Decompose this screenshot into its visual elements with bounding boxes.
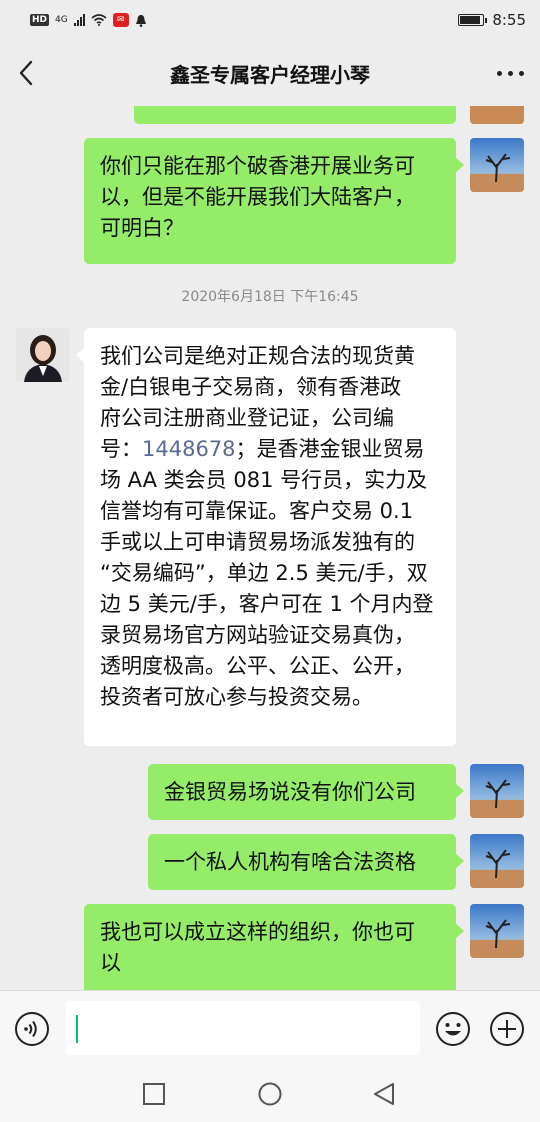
- message-line: 信誉均有可靠保证。客户交易 0.1: [100, 499, 414, 523]
- my-avatar[interactable]: [470, 106, 524, 124]
- message-text: ；是香港金银业贸易: [235, 437, 425, 461]
- status-bar: HD 4G ✉ 8:55: [0, 0, 540, 40]
- message-bubble-received[interactable]: 我们公司是绝对正规合法的现货黄 金/白银电子交易商，领有香港政 府公司注册商业登…: [76, 328, 456, 746]
- page-title: 鑫圣专属客户经理小琴: [170, 62, 370, 87]
- message-list[interactable]: 你们只能在那个破香港开展业务可 以，但是不能开展我们大陆客户， 可明白？ 202…: [0, 106, 540, 990]
- message-line: 边 5 美元/手，客户可在 1 个月内登: [100, 592, 434, 616]
- message-bubble-sent[interactable]: 一个私人机构有啥合法资格: [148, 834, 464, 890]
- network-type: 4G: [55, 15, 68, 25]
- app-notification-icon: ✉: [112, 13, 129, 27]
- system-nav-bar: [0, 1066, 540, 1122]
- message-line: 金银贸易场说没有你们公司: [164, 780, 416, 804]
- message-line: 投资者可放心参与投资交易。: [100, 685, 373, 709]
- more-dots-icon[interactable]: [494, 66, 526, 80]
- phone-number-link[interactable]: 1448678: [142, 437, 236, 461]
- message-line: 以，但是不能开展我们大陆客户，: [100, 185, 415, 209]
- message-line: 录贸易场官方网站验证交易真伪，: [100, 623, 415, 647]
- message-bubble-sent[interactable]: 你们只能在那个破香港开展业务可 以，但是不能开展我们大陆客户， 可明白？: [84, 138, 464, 264]
- message-line: 府公司注册商业登记证，公司编: [100, 406, 394, 430]
- emoji-icon[interactable]: [435, 1011, 471, 1047]
- message-line: 以: [100, 951, 121, 975]
- message-input-bar: [0, 990, 540, 1066]
- message-line: 我们公司是绝对正规合法的现货黄: [100, 344, 415, 368]
- message-line: 透明度极高。公平、公正、公开，: [100, 654, 415, 678]
- message-line: 金/白银电子交易商，领有香港政: [100, 375, 402, 399]
- message-bubble-sent[interactable]: 我也可以成立这样的组织，你也可 以: [84, 904, 464, 990]
- message-line: 场 AA 类会员 081 号行员，实力及: [100, 468, 428, 492]
- text-caret: [76, 1015, 78, 1043]
- plus-circle-icon[interactable]: [489, 1011, 525, 1047]
- message-line: 一个私人机构有啥合法资格: [164, 850, 416, 874]
- wifi-icon: [91, 14, 107, 26]
- clock: 8:55: [492, 11, 526, 29]
- message-bubble-sent[interactable]: 金银贸易场说没有你们公司: [148, 764, 464, 820]
- triangle-back-icon[interactable]: [372, 1082, 396, 1106]
- message-timestamp: 2020年6月18日 下午16:45: [181, 289, 359, 305]
- message-input[interactable]: [66, 1001, 420, 1055]
- message-bubble-partial[interactable]: [134, 106, 456, 124]
- my-avatar[interactable]: [470, 904, 524, 958]
- message-text: 号：: [100, 437, 142, 461]
- hd-badge: HD: [30, 14, 50, 26]
- message-line: 号：1448678；是香港金银业贸易: [100, 434, 440, 465]
- my-avatar[interactable]: [470, 834, 524, 888]
- message-line: 可明白？: [100, 216, 184, 240]
- notification-bell-icon: [135, 14, 146, 27]
- my-avatar[interactable]: [470, 764, 524, 818]
- square-icon[interactable]: [142, 1082, 166, 1106]
- message-line: 手或以上可申请贸易场派发独有的: [100, 530, 415, 554]
- chevron-left-icon[interactable]: [14, 59, 40, 87]
- signal-icon: [73, 14, 85, 26]
- voice-icon[interactable]: [14, 1011, 50, 1047]
- message-line: “交易编码”，单边 2.5 美元/手，双: [100, 561, 428, 585]
- battery-icon: [458, 14, 488, 26]
- chat-header: 鑫圣专属客户经理小琴: [0, 40, 540, 106]
- message-line: 你们只能在那个破香港开展业务可: [100, 154, 415, 178]
- message-line: 我也可以成立这样的组织，你也可: [100, 920, 415, 944]
- circle-icon[interactable]: [258, 1082, 282, 1106]
- contact-avatar[interactable]: [16, 328, 70, 382]
- my-avatar[interactable]: [470, 138, 524, 192]
